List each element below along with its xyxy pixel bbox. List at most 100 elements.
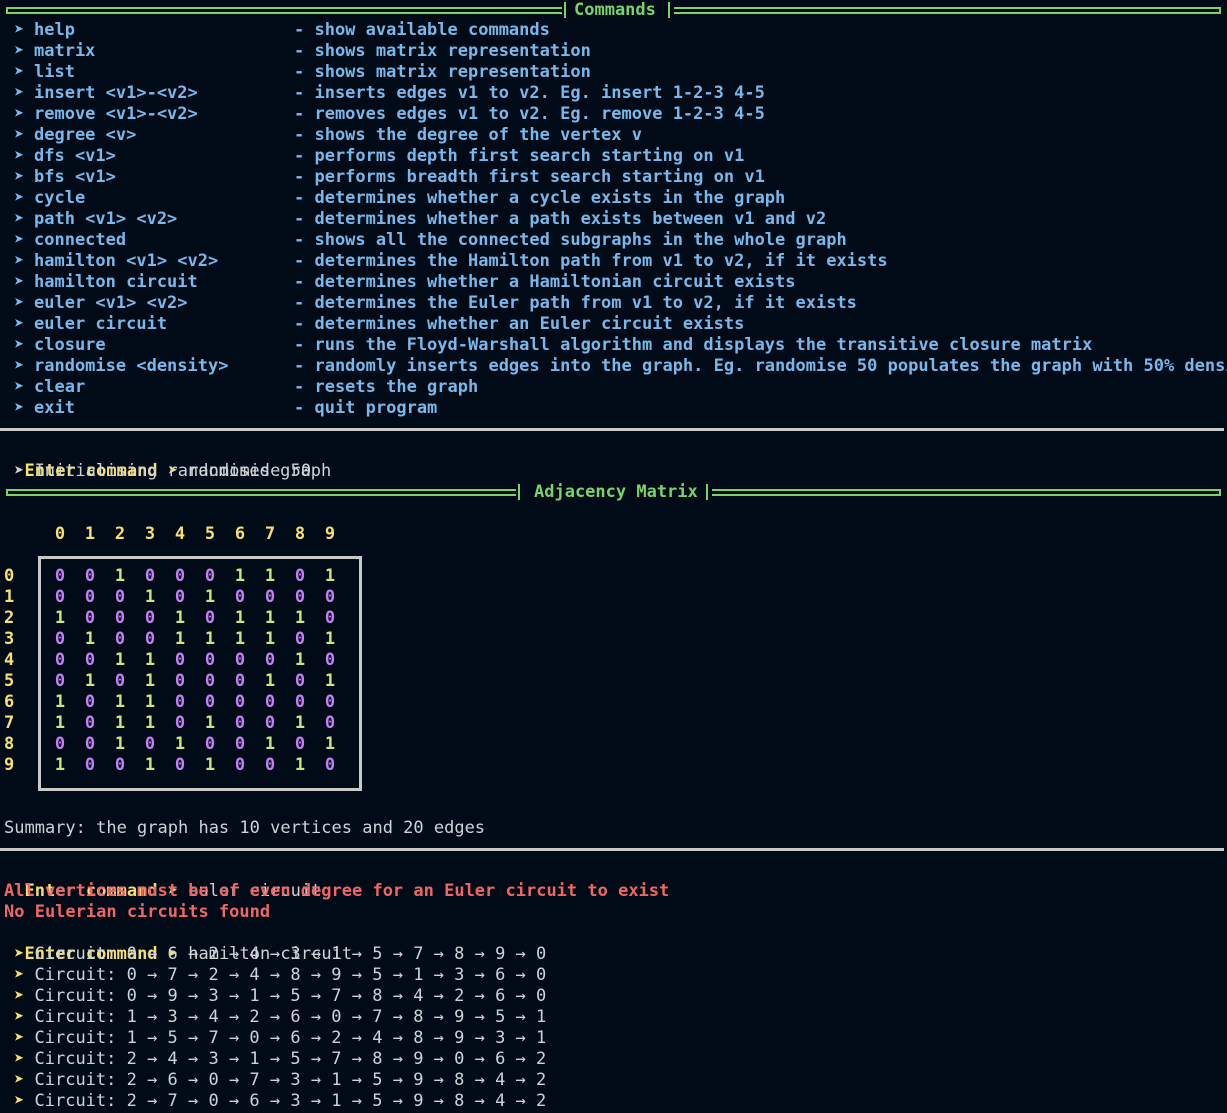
- matrix-row-label: 9: [4, 755, 15, 775]
- matrix-cell: 0: [144, 566, 156, 586]
- matrix-row-label: 6: [4, 692, 15, 712]
- matrix-cell: 0: [54, 587, 66, 607]
- command-description: - shows the degree of the vertex v: [294, 125, 642, 145]
- command-name: bfs <v1>: [34, 167, 116, 187]
- command-list-item: ➤ list - shows matrix representation: [14, 62, 591, 83]
- command-name: euler circuit: [34, 314, 168, 334]
- matrix-cell: 1: [114, 566, 126, 586]
- command-description: - inserts edges v1 to v2. Eg. insert 1-2…: [294, 83, 765, 103]
- command-name: degree <v>: [34, 125, 137, 145]
- circuit-line: ➤ Circuit: 2 → 4 → 3 → 1 → 5 → 7 → 8 → 9…: [14, 1049, 546, 1070]
- matrix-cell: 0: [324, 692, 336, 712]
- arrow-icon: ➤: [14, 1028, 25, 1048]
- matrix-cell: 0: [84, 734, 96, 754]
- circuit-line: ➤ Circuit: 0 → 7 → 2 → 4 → 8 → 9 → 5 → 1…: [14, 965, 546, 986]
- matrix-cell: 1: [204, 713, 216, 733]
- matrix-cell: 0: [324, 608, 336, 628]
- command-list-item: ➤ bfs <v1> - performs breadth first search…: [14, 167, 765, 188]
- matrix-cell: 0: [204, 734, 216, 754]
- commands-banner-title: Commands: [574, 0, 656, 20]
- circuit-text: Circuit: 2 → 7 → 0 → 6 → 3 → 1 → 5 → 9 →…: [34, 1091, 547, 1111]
- arrow-icon: ➤: [14, 20, 25, 40]
- matrix-cell: 0: [84, 650, 96, 670]
- matrix-column-header: 7: [264, 524, 276, 544]
- matrix-cell: 1: [294, 650, 306, 670]
- matrix-cell: 1: [84, 671, 96, 691]
- matrix-column-header: 6: [234, 524, 246, 544]
- command-description: - determines the Hamilton path from v1 t…: [294, 251, 888, 271]
- matrix-cell: 1: [54, 755, 66, 775]
- arrow-icon: ➤: [14, 83, 25, 103]
- matrix-column-header: 0: [54, 524, 66, 544]
- matrix-cell: 0: [264, 713, 276, 733]
- circuit-text: Circuit: 0 → 6 → 2 → 4 → 3 → 1 → 5 → 7 →…: [34, 944, 547, 964]
- matrix-cell: 0: [174, 713, 186, 733]
- matrix-column-header: 9: [324, 524, 336, 544]
- command-name: insert <v1>-<v2>: [34, 83, 198, 103]
- matrix-cell: 0: [174, 692, 186, 712]
- matrix-cell: 0: [234, 713, 246, 733]
- banner-rule-right: [674, 7, 1221, 14]
- matrix-cell: 1: [144, 755, 156, 775]
- matrix-cell: 0: [174, 671, 186, 691]
- arrow-icon: ➤: [14, 62, 25, 82]
- arrow-icon: ➤: [14, 125, 25, 145]
- matrix-cell: 1: [144, 671, 156, 691]
- command-list-item: ➤ randomise <density> - randomly inserts e…: [14, 356, 1227, 377]
- circuit-line: ➤ Circuit: 2 → 7 → 0 → 6 → 3 → 1 → 5 → 9…: [14, 1091, 546, 1112]
- matrix-banner: Adjacency Matrix: [6, 482, 1221, 503]
- command-name: cycle: [34, 188, 86, 208]
- matrix-cell: 0: [144, 734, 156, 754]
- arrow-icon: ➤: [14, 944, 25, 964]
- matrix-cell: 0: [144, 629, 156, 649]
- matrix-cell: 1: [174, 608, 186, 628]
- circuit-text: Circuit: 2 → 4 → 3 → 1 → 5 → 7 → 8 → 9 →…: [34, 1049, 547, 1069]
- matrix-cell: 1: [54, 608, 66, 628]
- matrix-cell: 1: [174, 734, 186, 754]
- matrix-cell: 1: [204, 629, 216, 649]
- banner-rule-right: [712, 489, 1221, 496]
- command-list-item: ➤ euler circuit - determines whether an Eu…: [14, 314, 744, 335]
- matrix-cell: 0: [84, 566, 96, 586]
- arrow-icon: ➤: [14, 146, 25, 166]
- arrow-icon: ➤: [14, 209, 25, 229]
- matrix-row-label: 2: [4, 608, 15, 628]
- matrix-cell: 0: [84, 755, 96, 775]
- command-list-item: ➤ insert <v1>-<v2> - inserts edges v1 to v…: [14, 83, 765, 104]
- matrix-cell: 1: [54, 692, 66, 712]
- command-description: - performs depth first search starting o…: [294, 146, 745, 166]
- arrow-icon: ➤: [14, 965, 25, 985]
- matrix-cell: 0: [294, 629, 306, 649]
- matrix-column-header: 3: [144, 524, 156, 544]
- circuit-line: ➤ Circuit: 0 → 9 → 3 → 1 → 5 → 7 → 8 → 4…: [14, 986, 546, 1007]
- matrix-cell: 0: [204, 671, 216, 691]
- command-list-item: ➤ clear - resets the graph: [14, 377, 478, 398]
- error-message: All vertices must be of even degree for …: [4, 881, 670, 901]
- matrix-cell: 0: [204, 608, 216, 628]
- matrix-cell: 0: [54, 734, 66, 754]
- matrix-cell: 1: [114, 734, 126, 754]
- command-list-item: ➤ dfs <v1> - performs depth first search s…: [14, 146, 744, 167]
- error-message: No Eulerian circuits found: [4, 902, 271, 922]
- arrow-icon: ➤: [14, 986, 25, 1006]
- command-list-item: ➤ hamilton circuit - determines whether a …: [14, 272, 796, 293]
- matrix-cell: 0: [234, 692, 246, 712]
- matrix-cell: 1: [174, 629, 186, 649]
- arrow-icon: ➤: [14, 251, 25, 271]
- matrix-cell: 1: [204, 587, 216, 607]
- command-description: - removes edges v1 to v2. Eg. remove 1-2…: [294, 104, 765, 124]
- matrix-cell: 1: [264, 566, 276, 586]
- matrix-cell: 1: [84, 629, 96, 649]
- command-name: path <v1> <v2>: [34, 209, 178, 229]
- command-name: matrix: [34, 41, 96, 61]
- circuit-line: ➤ Circuit: 0 → 6 → 2 → 4 → 3 → 1 → 5 → 7…: [14, 944, 546, 965]
- command-list-item: ➤ exit - quit program: [14, 398, 437, 419]
- command-description: - randomly inserts edges into the graph.…: [294, 356, 1227, 376]
- command-name: help: [34, 20, 75, 40]
- matrix-cell: 1: [234, 566, 246, 586]
- matrix-cell: 0: [84, 608, 96, 628]
- matrix-cell: 0: [174, 755, 186, 775]
- matrix-cell: 0: [324, 713, 336, 733]
- matrix-cell: 0: [144, 608, 156, 628]
- matrix-cell: 1: [324, 566, 336, 586]
